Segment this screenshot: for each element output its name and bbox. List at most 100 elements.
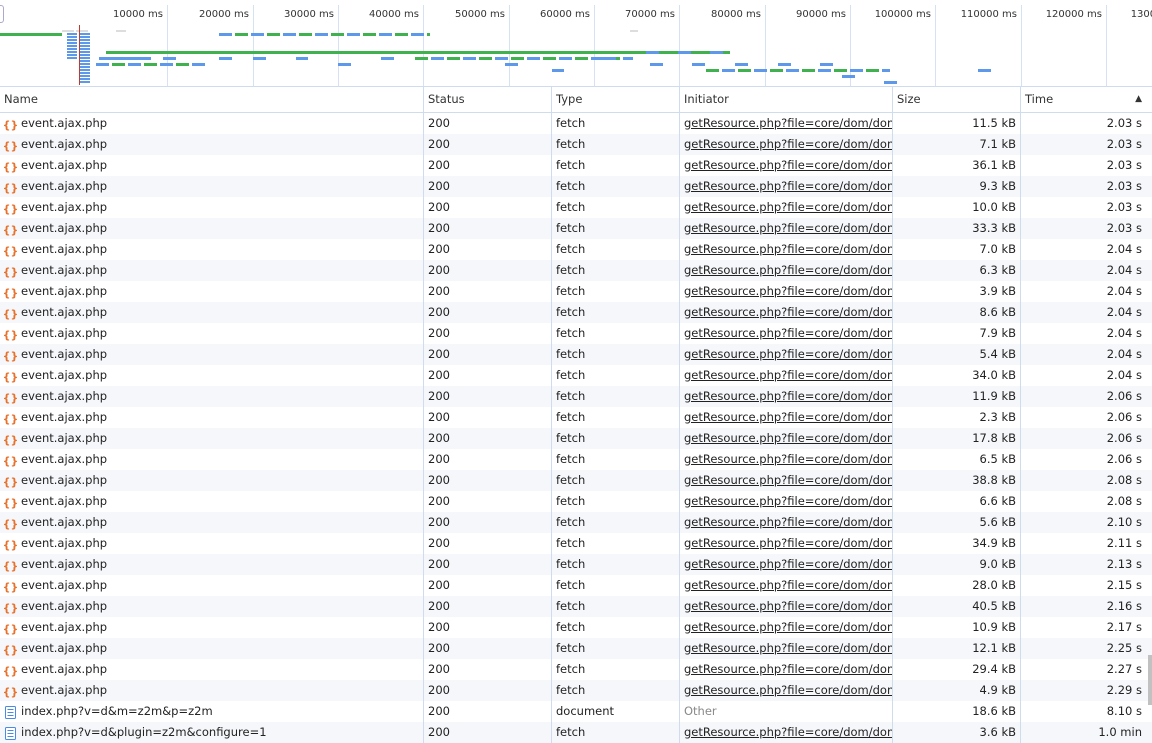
- initiator-link[interactable]: getResource.php?file=core/dom/dom.u: [684, 662, 892, 676]
- column-header-initiator[interactable]: Initiator: [680, 87, 893, 112]
- time-cell: 2.04 s: [1106, 368, 1142, 382]
- waterfall-bar: [175, 63, 189, 66]
- status-cell: 200: [424, 512, 552, 533]
- svg-text:{}: {}: [4, 182, 17, 195]
- table-row[interactable]: {} event.ajax.php 200fetch getResource.php?…: [0, 386, 1152, 407]
- request-name: event.ajax.php: [21, 431, 108, 445]
- size-cell: 7.9 kB: [893, 323, 1021, 344]
- table-row[interactable]: {} event.ajax.php 200fetch getResource.php?…: [0, 533, 1152, 554]
- column-header-name[interactable]: Name: [0, 87, 424, 112]
- xhr-fetch-icon: {}: [3, 201, 19, 216]
- table-row[interactable]: {} event.ajax.php 200fetch getResource.php?…: [0, 512, 1152, 533]
- waterfall-bar: [67, 51, 77, 53]
- initiator-link[interactable]: getResource.php?file=core/dom/dom.u: [684, 200, 892, 214]
- request-name: event.ajax.php: [21, 620, 108, 634]
- table-row[interactable]: {} event.ajax.php 200fetch getResource.php?…: [0, 659, 1152, 680]
- initiator-link[interactable]: getResource.php?file=core/dom/dom.u: [684, 389, 892, 403]
- column-header-time[interactable]: Time: [1021, 87, 1152, 112]
- table-row[interactable]: {} event.ajax.php 200fetch getResource.php?…: [0, 491, 1152, 512]
- initiator-link[interactable]: getResource.php?file=core/dom/dom.u: [684, 725, 892, 739]
- table-row[interactable]: {} event.ajax.php 200fetch getResource.php?…: [0, 617, 1152, 638]
- initiator-link[interactable]: getResource.php?file=core/dom/dom.u: [684, 158, 892, 172]
- column-header-status[interactable]: Status: [424, 87, 552, 112]
- time-cell: 2.04 s: [1106, 326, 1142, 340]
- request-name: event.ajax.php: [21, 263, 108, 277]
- initiator-link[interactable]: getResource.php?file=core/dom/dom.u: [684, 536, 892, 550]
- table-row[interactable]: {} event.ajax.php 200fetch getResource.php?…: [0, 281, 1152, 302]
- svg-text:{}: {}: [4, 539, 17, 552]
- initiator-link[interactable]: getResource.php?file=core/dom/dom.u: [684, 641, 892, 655]
- table-row[interactable]: {} event.ajax.php 200fetch getResource.php?…: [0, 260, 1152, 281]
- table-row[interactable]: {} event.ajax.php 200fetch getResource.php?…: [0, 575, 1152, 596]
- table-row[interactable]: {} event.ajax.php 200fetch getResource.php?…: [0, 197, 1152, 218]
- initiator-link[interactable]: getResource.php?file=core/dom/dom.u: [684, 557, 892, 571]
- xhr-fetch-icon: {}: [3, 516, 19, 531]
- waterfall-bar: [79, 51, 90, 53]
- initiator-link[interactable]: getResource.php?file=core/dom/dom.u: [684, 242, 892, 256]
- column-header-size[interactable]: Size: [893, 87, 1021, 112]
- status-cell: 200: [424, 281, 552, 302]
- type-cell: fetch: [552, 302, 680, 323]
- time-cell: 2.03 s: [1106, 158, 1142, 172]
- table-row[interactable]: {} event.ajax.php 200fetch getResource.php?…: [0, 470, 1152, 491]
- vertical-scrollbar[interactable]: [1148, 655, 1152, 705]
- initiator-link[interactable]: getResource.php?file=core/dom/dom.u: [684, 326, 892, 340]
- table-row[interactable]: index.php?v=d&plugin=z2m&configure=1 200 f…: [0, 722, 1152, 743]
- initiator-link[interactable]: getResource.php?file=core/dom/dom.u: [684, 431, 892, 445]
- initiator-link[interactable]: getResource.php?file=core/dom/dom.u: [684, 410, 892, 424]
- waterfall-bar: [362, 33, 376, 36]
- table-row[interactable]: {} event.ajax.php 200fetch getResource.php?…: [0, 134, 1152, 155]
- initiator-link[interactable]: getResource.php?file=core/dom/dom.u: [684, 620, 892, 634]
- initiator-link[interactable]: getResource.php?file=core/dom/dom.u: [684, 599, 892, 613]
- initiator-link[interactable]: getResource.php?file=core/dom/dom.u: [684, 116, 892, 130]
- table-row[interactable]: {} event.ajax.php 200fetch getResource.php?…: [0, 302, 1152, 323]
- table-row[interactable]: {} event.ajax.php 200fetch getResource.php?…: [0, 596, 1152, 617]
- initiator-link[interactable]: getResource.php?file=core/dom/dom.u: [684, 578, 892, 592]
- table-row[interactable]: {} event.ajax.php 200fetch getResource.php?…: [0, 554, 1152, 575]
- initiator-link[interactable]: getResource.php?file=core/dom/dom.u: [684, 179, 892, 193]
- time-cell: 2.04 s: [1106, 347, 1142, 361]
- initiator-link[interactable]: getResource.php?file=core/dom/dom.u: [684, 284, 892, 298]
- table-row[interactable]: {} event.ajax.php 200fetch getResource.php?…: [0, 239, 1152, 260]
- name-cell: index.php?v=d&plugin=z2m&configure=1: [0, 722, 424, 743]
- initiator-link[interactable]: getResource.php?file=core/dom/dom.u: [684, 263, 892, 277]
- request-name: event.ajax.php: [21, 242, 108, 256]
- initiator-link[interactable]: getResource.php?file=core/dom/dom.u: [684, 452, 892, 466]
- table-row[interactable]: {} event.ajax.php 200fetch getResource.php?…: [0, 155, 1152, 176]
- table-row[interactable]: {} event.ajax.php 200fetch getResource.php?…: [0, 680, 1152, 701]
- table-row[interactable]: {} event.ajax.php 200fetch getResource.php?…: [0, 449, 1152, 470]
- name-cell: {} event.ajax.php: [0, 428, 424, 449]
- table-row[interactable]: {} event.ajax.php 200fetch getResource.php?…: [0, 344, 1152, 365]
- table-row[interactable]: {} event.ajax.php 200fetch getResource.php?…: [0, 365, 1152, 386]
- initiator-link[interactable]: getResource.php?file=core/dom/dom.u: [684, 137, 892, 151]
- initiator-link[interactable]: getResource.php?file=core/dom/dom.u: [684, 221, 892, 235]
- waterfall-bar: [841, 75, 855, 78]
- initiator-link[interactable]: getResource.php?file=core/dom/dom.u: [684, 494, 892, 508]
- overview-range-handle[interactable]: [0, 5, 4, 23]
- initiator-link[interactable]: getResource.php?file=core/dom/dom.u: [684, 515, 892, 529]
- table-row[interactable]: {} event.ajax.php 200fetch getResource.php?…: [0, 407, 1152, 428]
- table-row[interactable]: {} event.ajax.php 200fetch getResource.php?…: [0, 218, 1152, 239]
- waterfall-bar: [866, 69, 880, 72]
- table-row[interactable]: index.php?v=d&m=z2m&p=z2m 200 document Othe…: [0, 701, 1152, 722]
- initiator-link[interactable]: getResource.php?file=core/dom/dom.u: [684, 368, 892, 382]
- status-cell: 200: [424, 449, 552, 470]
- status-cell: 200: [424, 638, 552, 659]
- table-row[interactable]: {} event.ajax.php 200fetch getResource.php?…: [0, 323, 1152, 344]
- table-row[interactable]: {} event.ajax.php 200fetch getResource.php?…: [0, 428, 1152, 449]
- table-body: {}event.ajax.php200fetchgetResource.php?…: [0, 113, 1152, 743]
- column-header-type[interactable]: Type: [552, 87, 680, 112]
- initiator-link[interactable]: getResource.php?file=core/dom/dom.u: [684, 347, 892, 361]
- network-overview-timeline[interactable]: 10000 ms 20000 ms 30000 ms 40000 ms 50000 ms…: [0, 0, 1152, 87]
- table-row[interactable]: {} event.ajax.php 200fetch getResource.php?…: [0, 638, 1152, 659]
- initiator-link[interactable]: getResource.php?file=core/dom/dom.u: [684, 305, 892, 319]
- waterfall-bar: [511, 57, 525, 60]
- initiator-link[interactable]: getResource.php?file=core/dom/dom.u: [684, 473, 892, 487]
- table-row[interactable]: {} event.ajax.php 200fetch getResource.php?…: [0, 176, 1152, 197]
- name-cell: {} event.ajax.php: [0, 659, 424, 680]
- table-row[interactable]: {} event.ajax.php 200fetch getResource.php?…: [0, 113, 1152, 134]
- type-cell: fetch: [552, 533, 680, 554]
- initiator-link[interactable]: getResource.php?file=core/dom/dom.u: [684, 683, 892, 697]
- current-time-marker: [79, 25, 80, 85]
- type-cell: document: [552, 701, 680, 722]
